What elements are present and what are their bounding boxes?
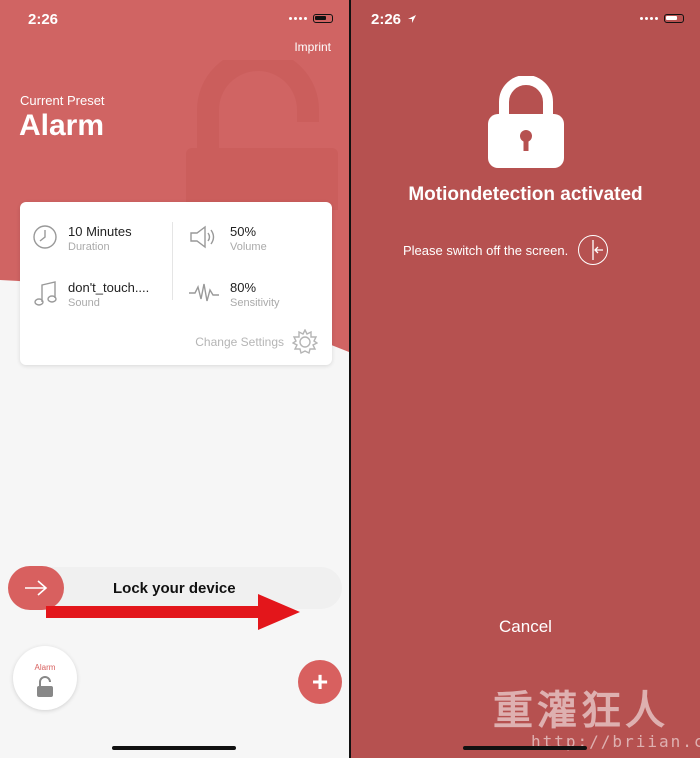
battery-icon [664,14,684,23]
imprint-link[interactable]: Imprint [294,40,331,54]
instruction-text: Please switch off the screen. [403,242,569,258]
duration-label: Duration [68,241,110,253]
background-unlocked-icon [186,60,338,210]
add-preset-button[interactable]: + [298,660,342,704]
cancel-button[interactable]: Cancel [351,617,700,637]
sensitivity-label: Sensitivity [230,297,280,309]
waveform-icon [189,283,219,302]
motion-detection-title: Motiondetection activated [408,184,643,205]
home-indicator [112,746,236,750]
sound-label: Sound [68,297,100,309]
preset-title: Alarm [19,109,105,142]
red-arrow-annotation-icon [46,594,300,630]
status-time: 2:26 [28,11,59,28]
gear-icon [292,329,318,355]
home-indicator [463,746,587,750]
change-settings-label: Change Settings [195,335,284,349]
sound-setting: don't_touch.... Sound [32,280,149,309]
speaker-icon [190,225,215,249]
padlock-icon [488,76,564,168]
volume-setting: 50% Volume [188,224,267,253]
duration-value: 10 Minutes [68,224,132,239]
settings-card: 10 Minutes Duration 50% Volume don't_tou… [20,202,332,365]
signal-icon [640,17,658,20]
clock-icon [33,225,57,249]
music-note-icon [34,281,57,306]
volume-value: 50% [230,224,257,239]
watermark-cjk: 重灌狂人 [493,687,669,734]
preset-selector[interactable]: Alarm [13,646,77,710]
instruction-row: Please switch off the screen. [403,235,609,265]
battery-icon [313,14,333,23]
status-indicators [640,14,684,23]
left-phone-screen: 2:26 Imprint Current Preset Alarm 10 Min… [0,0,349,758]
duration-setting: 10 Minutes Duration [32,224,132,253]
sensitivity-value: 80% [230,280,257,295]
unlocked-padlock-icon [37,676,53,697]
card-divider [172,222,173,300]
location-arrow-icon [408,15,417,23]
watermark-logo: 重灌狂人 http://briian.com [493,678,700,751]
status-time: 2:26 [371,11,417,28]
preset-caption: Current Preset [20,93,105,108]
screen-off-icon [578,235,609,265]
right-phone-screen: 2:26 Motiondetection activated Please sw… [351,0,700,758]
sensitivity-setting: 80% Sensitivity [188,280,280,309]
sound-value: don't_touch.... [68,280,150,295]
status-indicators [289,14,333,23]
volume-label: Volume [230,241,267,253]
change-settings-button[interactable]: Change Settings [195,329,318,355]
signal-icon [289,17,307,20]
preset-selector-label: Alarm [34,663,56,672]
